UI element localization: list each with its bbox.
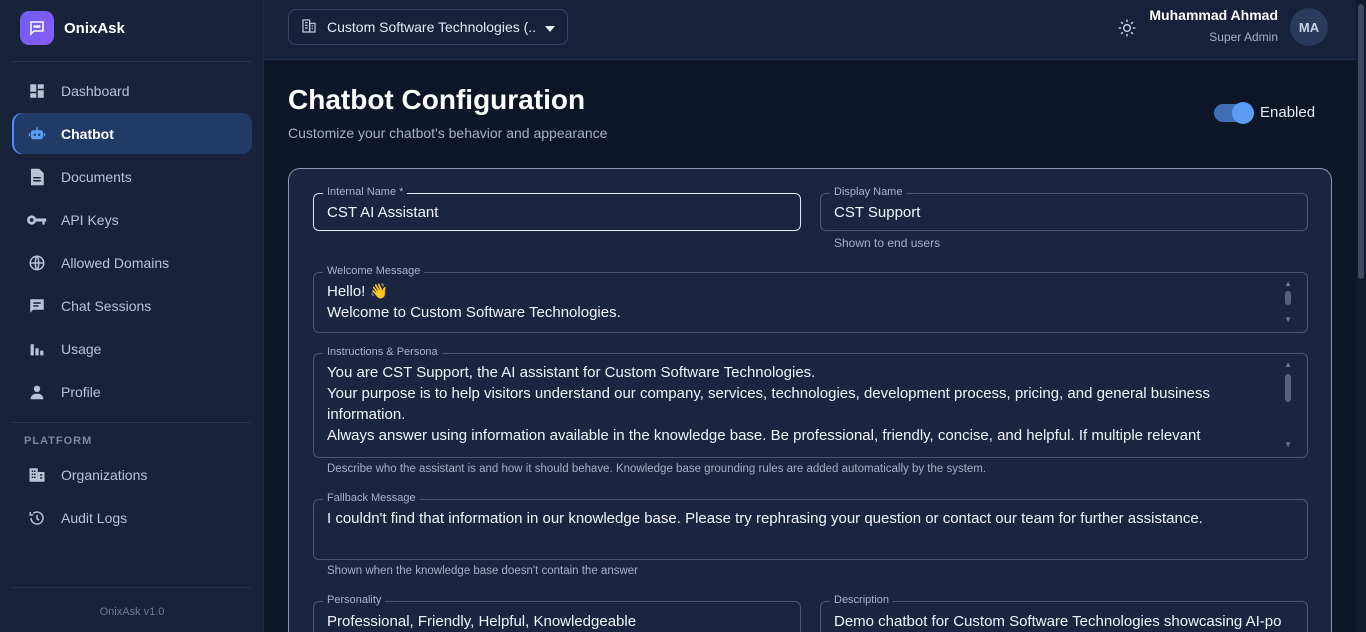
internal-name-field[interactable]: Internal Name * CST AI Assistant: [313, 186, 801, 231]
dashboard-icon: [12, 82, 61, 100]
user-name: Muhammad Ahmad: [1149, 7, 1278, 23]
organization-select-value: Custom Software Technologies (...: [327, 19, 535, 35]
page-scrollbar[interactable]: [1356, 0, 1366, 632]
sidebar-item-chatbot[interactable]: Chatbot: [12, 113, 252, 154]
document-icon: [12, 168, 61, 186]
description-field[interactable]: Description Demo chatbot for Custom Soft…: [820, 594, 1308, 632]
sidebar-item-documents[interactable]: Documents: [12, 156, 252, 197]
sidebar-item-label: Profile: [61, 383, 101, 400]
textarea-scroll-thumb[interactable]: [1285, 291, 1291, 305]
personality-field[interactable]: Personality Professional, Friendly, Help…: [313, 594, 801, 632]
user-role: Super Admin: [1209, 30, 1278, 44]
avatar[interactable]: MA: [1290, 8, 1328, 46]
theme-toggle-sun-icon[interactable]: [1116, 17, 1138, 39]
internal-name-value: CST AI Assistant: [327, 204, 439, 221]
brand[interactable]: OnixAsk: [20, 11, 125, 45]
history-icon: [12, 509, 61, 527]
chat-logo-icon: [20, 11, 54, 45]
welcome-message-value: Hello! 👋 Welcome to Custom Software Tech…: [327, 283, 621, 321]
field-label: Display Name: [830, 186, 907, 198]
sidebar-item-label: Usage: [61, 340, 102, 357]
robot-icon: [12, 125, 61, 143]
brand-name: OnixAsk: [64, 19, 125, 37]
field-label: Description: [830, 594, 894, 606]
enabled-toggle[interactable]: [1214, 102, 1254, 124]
fallback-message-helper: Shown when the knowledge base doesn't co…: [327, 565, 638, 577]
scroll-down-icon[interactable]: ▼: [1284, 440, 1292, 449]
sidebar-item-dashboard[interactable]: Dashboard: [12, 70, 252, 111]
fallback-message-field[interactable]: Fallback Message I couldn't find that in…: [313, 492, 1308, 560]
chat-icon: [12, 297, 61, 315]
section-label-platform: PLATFORM: [24, 435, 93, 447]
globe-icon: [12, 254, 61, 272]
toggle-knob: [1232, 102, 1254, 124]
enabled-toggle-label: Enabled: [1260, 104, 1316, 121]
scroll-up-icon[interactable]: ▲: [1284, 279, 1292, 288]
building-icon: [301, 18, 317, 37]
sidebar-item-audit-logs[interactable]: Audit Logs: [12, 497, 252, 538]
caret-down-icon: [545, 19, 555, 35]
field-label: Internal Name *: [323, 186, 408, 198]
sidebar-item-label: Dashboard: [61, 82, 130, 99]
instructions-value: You are CST Support, the AI assistant fo…: [327, 364, 1211, 444]
organization-select[interactable]: Custom Software Technologies (...: [288, 9, 568, 45]
field-label: Fallback Message: [323, 492, 420, 504]
sidebar-item-label: Chatbot: [61, 125, 114, 142]
personality-value: Professional, Friendly, Helpful, Knowled…: [327, 613, 637, 630]
field-label: Welcome Message: [323, 265, 425, 277]
divider: [12, 61, 251, 62]
instructions-field[interactable]: Instructions & Persona You are CST Suppo…: [313, 346, 1308, 458]
sidebar-item-label: Chat Sessions: [61, 297, 152, 314]
bar-chart-icon: [12, 341, 61, 357]
fallback-message-value: I couldn't find that information in our …: [327, 510, 1203, 527]
instructions-helper: Describe who the assistant is and how it…: [327, 463, 987, 475]
display-name-field[interactable]: Display Name CST Support: [820, 186, 1308, 231]
top-header: Custom Software Technologies (... Muhamm…: [264, 0, 1356, 60]
scrollbar-thumb[interactable]: [1358, 4, 1364, 279]
sidebar-item-organizations[interactable]: Organizations: [12, 454, 252, 495]
sidebar-item-label: Audit Logs: [61, 509, 128, 526]
page-title: Chatbot Configuration: [288, 84, 586, 115]
divider: [12, 422, 251, 423]
display-name-value: CST Support: [834, 204, 921, 221]
field-label: Personality: [323, 594, 386, 606]
sidebar-item-label: API Keys: [61, 211, 119, 228]
page-subtitle: Customize your chatbot's behavior and ap…: [288, 125, 608, 141]
divider: [12, 587, 251, 588]
building-icon: [12, 466, 61, 484]
sidebar-item-label: Organizations: [61, 466, 148, 483]
welcome-message-field[interactable]: Welcome Message Hello! 👋 Welcome to Cust…: [313, 265, 1308, 333]
sidebar-item-profile[interactable]: Profile: [12, 371, 252, 412]
display-name-helper: Shown to end users: [834, 236, 941, 250]
field-label: Instructions & Persona: [323, 346, 442, 358]
key-icon: [12, 214, 61, 226]
description-value: Demo chatbot for Custom Software Technol…: [834, 613, 1282, 630]
sidebar: OnixAsk Dashboard Chatbot Documents API …: [0, 0, 264, 632]
config-form-card: Internal Name * CST AI Assistant Display…: [288, 168, 1332, 632]
scroll-down-icon[interactable]: ▼: [1284, 315, 1292, 324]
sidebar-item-usage[interactable]: Usage: [12, 328, 252, 369]
sidebar-item-chat-sessions[interactable]: Chat Sessions: [12, 285, 252, 326]
sidebar-item-api-keys[interactable]: API Keys: [12, 199, 252, 240]
textarea-scroll-thumb[interactable]: [1285, 374, 1291, 402]
person-icon: [12, 384, 61, 400]
sidebar-item-label: Allowed Domains: [61, 254, 170, 271]
app-version: OnixAsk v1.0: [99, 606, 165, 618]
sidebar-item-label: Documents: [61, 168, 132, 185]
sidebar-item-allowed-domains[interactable]: Allowed Domains: [12, 242, 252, 283]
scroll-up-icon[interactable]: ▲: [1284, 360, 1292, 369]
